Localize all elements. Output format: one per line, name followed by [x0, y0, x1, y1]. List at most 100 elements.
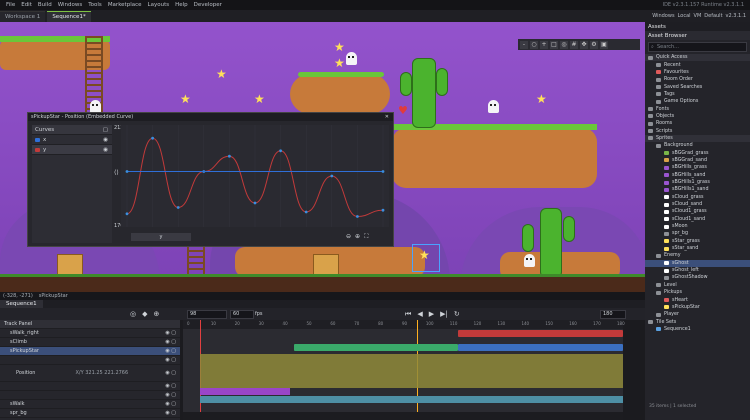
- clip-bar[interactable]: [200, 396, 623, 403]
- close-icon[interactable]: ✕: [385, 114, 389, 120]
- track-visibility-icon[interactable]: ◉ ▢: [165, 357, 176, 363]
- curve-row-y[interactable]: y ◉: [32, 145, 112, 155]
- eye-icon[interactable]: ◉: [103, 137, 108, 143]
- asset-tree-item[interactable]: Sequence1: [645, 326, 750, 333]
- end-frame-input[interactable]: 180: [600, 310, 626, 319]
- clip-bar[interactable]: [458, 330, 623, 337]
- grid-icon[interactable]: #: [570, 40, 578, 49]
- asset-tree-item[interactable]: sStar_grass: [645, 238, 750, 245]
- asset-tree-item[interactable]: Scripts: [645, 127, 750, 134]
- fit-icon[interactable]: ⛶: [364, 233, 368, 241]
- track-row[interactable]: sClimb ◉ ▢: [0, 338, 180, 347]
- asset-tree-item[interactable]: Recent: [645, 61, 750, 68]
- menu-tools[interactable]: Tools: [88, 2, 102, 8]
- add-curve-icon[interactable]: ▢: [103, 127, 108, 133]
- windows-link[interactable]: Windows: [652, 13, 674, 19]
- zoom-in-icon[interactable]: +: [540, 40, 548, 49]
- asset-tree-item[interactable]: Room Order: [645, 76, 750, 83]
- move-tool-icon[interactable]: ✥: [580, 40, 588, 49]
- zoom-reset-icon[interactable]: ○: [530, 40, 538, 49]
- asset-tree-item[interactable]: sBGHills_sand: [645, 172, 750, 179]
- menu-developer[interactable]: Developer: [194, 2, 222, 8]
- asset-tree-item[interactable]: Tile Sets: [645, 318, 750, 325]
- local-link[interactable]: Local: [678, 13, 691, 19]
- asset-tree-item[interactable]: Objects: [645, 113, 750, 120]
- track-visibility-icon[interactable]: ◉ ▢: [165, 370, 176, 376]
- track-row[interactable]: spr_bg ◉ ▢: [0, 409, 180, 418]
- asset-search-input[interactable]: ⌕ Search...: [648, 42, 747, 52]
- asset-tree-item[interactable]: sGhostShadow: [645, 274, 750, 281]
- keyframe-icon[interactable]: ◆: [142, 310, 147, 318]
- track-visibility-icon[interactable]: ◉ ▢: [165, 410, 176, 416]
- curve-plot[interactable]: [121, 125, 389, 227]
- asset-tree-item[interactable]: sPickupStar: [645, 304, 750, 311]
- track-row[interactable]: sPickupStar ◉ ▢: [0, 347, 180, 356]
- asset-tree-item[interactable]: sGhost: [645, 259, 750, 267]
- asset-tree-item[interactable]: sStar_sand: [645, 245, 750, 252]
- clip-bar[interactable]: [200, 388, 290, 395]
- asset-tree-item[interactable]: Quick Access: [645, 54, 750, 62]
- track-visibility-icon[interactable]: ◉ ▢: [165, 383, 176, 389]
- menu-marketplace[interactable]: Marketplace: [108, 2, 142, 8]
- curve-row-x[interactable]: x ◉: [32, 135, 112, 145]
- asset-tree-item[interactable]: Saved Searches: [645, 83, 750, 90]
- menu-help[interactable]: Help: [175, 2, 188, 8]
- asset-tree-item[interactable]: sCloud1_grass: [645, 208, 750, 215]
- asset-tree-item[interactable]: Game Options: [645, 98, 750, 105]
- length-input[interactable]: 60: [230, 310, 254, 319]
- curve-window-titlebar[interactable]: sPickupStar - Position (Embedded Curve) …: [28, 113, 393, 121]
- play-icon[interactable]: ▶: [429, 310, 434, 319]
- asset-tree-item[interactable]: Favourites: [645, 69, 750, 76]
- asset-tree-item[interactable]: sMoon: [645, 223, 750, 230]
- track-visibility-icon[interactable]: ◉ ▢: [165, 339, 176, 345]
- clip-bar[interactable]: [294, 344, 458, 351]
- frame-input[interactable]: 98: [187, 310, 227, 319]
- track-visibility-icon[interactable]: ◉ ▢: [165, 392, 176, 398]
- step-back-icon[interactable]: ◀: [417, 310, 422, 319]
- track-row[interactable]: ◉ ▢: [0, 382, 180, 391]
- track-visibility-icon[interactable]: ◉ ▢: [165, 348, 176, 354]
- track-row[interactable]: Position X/Y 321.25 221.2766 ◉ ▢: [0, 365, 180, 382]
- asset-tree-item[interactable]: sCloud1_sand: [645, 216, 750, 223]
- target-version[interactable]: v2.3.1.1: [726, 13, 746, 19]
- asset-tree-item[interactable]: spr_bg: [645, 230, 750, 237]
- tab-sequence[interactable]: Sequence1: [0, 300, 43, 308]
- asset-tree-item[interactable]: sCloud_grass: [645, 194, 750, 201]
- menu-layouts[interactable]: Layouts: [148, 2, 170, 8]
- loop-icon[interactable]: ↻: [454, 310, 460, 319]
- asset-tree-item[interactable]: Player: [645, 311, 750, 318]
- eye-icon[interactable]: ◉: [103, 147, 108, 153]
- zoom-fit-icon[interactable]: □: [550, 40, 558, 49]
- fullscreen-icon[interactable]: ▣: [600, 40, 608, 49]
- clip-bar-pickupstar[interactable]: [200, 354, 623, 388]
- selection-box[interactable]: ★: [412, 244, 440, 272]
- track-row[interactable]: sWalk ◉ ▢: [0, 400, 180, 409]
- zoom-in-icon[interactable]: ⊕: [355, 233, 360, 241]
- assets-tab[interactable]: Assets: [645, 22, 750, 31]
- track-row[interactable]: ◉ ▢: [0, 356, 180, 365]
- tab-workspace[interactable]: Workspace 1: [0, 11, 46, 22]
- asset-tree-item[interactable]: Enemy: [645, 252, 750, 259]
- asset-tree-item[interactable]: Sprites: [645, 134, 750, 143]
- vm-link[interactable]: VM: [694, 13, 702, 19]
- track-visibility-icon[interactable]: ◉ ▢: [165, 401, 176, 407]
- zoom-out-icon[interactable]: ⊖: [346, 233, 351, 241]
- asset-tree-item[interactable]: Rooms: [645, 120, 750, 127]
- zoom-selection-icon[interactable]: ◎: [560, 40, 568, 49]
- asset-tree-item[interactable]: sGhost_left: [645, 267, 750, 274]
- tab-sequence1[interactable]: Sequence1*: [47, 11, 91, 22]
- timeline-ruler[interactable]: 0 10 20 30 40 50 60 70 80 90 100 110 120 130 140 150 160…: [183, 320, 625, 329]
- asset-tree-item[interactable]: Level: [645, 282, 750, 289]
- track-row[interactable]: sWalk_right ◉ ▢: [0, 329, 180, 338]
- settings-icon[interactable]: ⚙: [590, 40, 598, 49]
- asset-tree-item[interactable]: sBGGrad_grass: [645, 149, 750, 156]
- curve-channel-button[interactable]: y: [131, 233, 191, 241]
- asset-tree-item[interactable]: sBGGrad_sand: [645, 157, 750, 164]
- record-icon[interactable]: ◎: [130, 310, 136, 318]
- menu-file[interactable]: File: [6, 2, 15, 8]
- clip-bar[interactable]: [458, 344, 623, 351]
- track-visibility-icon[interactable]: ◉ ▢: [165, 330, 176, 336]
- collapse-icon[interactable]: ⟨⟩: [114, 169, 119, 176]
- asset-tree-item[interactable]: Tags: [645, 91, 750, 98]
- add-key-icon[interactable]: ⊕: [154, 310, 160, 318]
